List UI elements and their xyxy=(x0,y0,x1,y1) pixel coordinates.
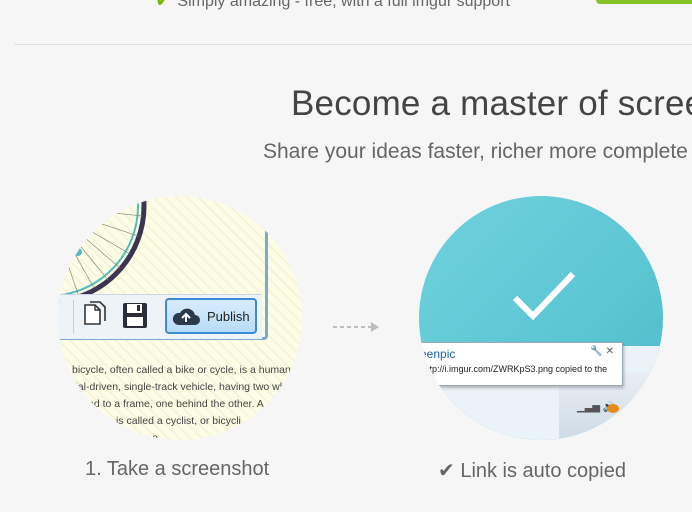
text-line: bicycle, often called a bike or cycle, i… xyxy=(72,364,301,376)
notification-popup: eenpic 🔧 ✕ http://i.imgur.com/ZWRKpS3.pn… xyxy=(419,342,623,386)
top-tagline-text: Simply amazing - free, with a full imgur… xyxy=(177,0,510,10)
step1-illustration: Publish bicycle, often called a bike or … xyxy=(58,196,302,440)
checkmark-icon xyxy=(512,271,576,321)
divider xyxy=(14,44,692,45)
check-icon: ✔ xyxy=(156,0,170,10)
copy-icon[interactable] xyxy=(82,301,108,329)
pin-icon[interactable]: ✕ xyxy=(606,346,614,357)
text-line: ed to a xyxy=(126,432,159,440)
page-title: Become a master of scree xyxy=(291,84,692,123)
text-line: is called a cyclist, or bicycli xyxy=(116,415,241,427)
step2-illustration: eenpic 🔧 ✕ http://i.imgur.com/ZWRKpS3.pn… xyxy=(419,196,663,440)
popup-message: http://i.imgur.com/ZWRKpS3.png copied to… xyxy=(422,364,617,384)
download-button[interactable] xyxy=(596,0,692,4)
step1-caption: 1. Take a screenshot xyxy=(85,458,270,480)
popup-message-line: http://i.imgur.com/ZWRKpS3.png copied to… xyxy=(422,364,608,374)
popup-tools: 🔧 ✕ xyxy=(590,346,614,357)
top-tagline: ✔ Simply amazing - free, with a full imgu… xyxy=(156,0,510,11)
sample-article-text: bicycle, often called a bike or cycle, i… xyxy=(72,362,302,440)
popup-message-line: rd xyxy=(422,374,431,384)
signal-icon[interactable]: ▁▃▅ xyxy=(577,402,600,413)
text-line: ed to a frame, one behind the other. A xyxy=(88,398,264,410)
step2-caption: ✔ Link is auto copied xyxy=(438,460,626,482)
publish-button-label: Publish xyxy=(207,308,250,324)
text-line: dal-driven, single-track vehicle, having… xyxy=(72,381,286,393)
wrench-icon[interactable]: 🔧 xyxy=(590,346,602,357)
popup-title: eenpic xyxy=(420,347,456,361)
cloud-upload-icon xyxy=(172,308,200,325)
toolbar-separator xyxy=(73,300,74,334)
arrow-right-icon xyxy=(333,322,379,332)
save-icon[interactable] xyxy=(122,302,148,330)
publish-button[interactable]: Publish xyxy=(165,298,257,334)
page-subtitle: Share your ideas faster, richer more com… xyxy=(263,140,688,163)
app-tray-icon[interactable] xyxy=(607,404,619,413)
